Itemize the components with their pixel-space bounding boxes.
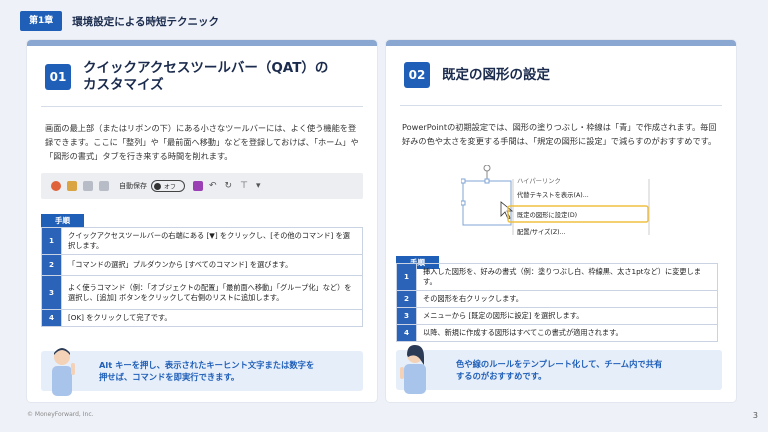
step-row: 3 メニューから [既定の図形に設定] を選択します。 (396, 307, 718, 325)
step-text: その図形を右クリックします。 (416, 290, 718, 308)
save-icon[interactable] (193, 181, 203, 191)
section-description: PowerPointの初期設定では、図形の塗りつぶし・枠線は「青」で作成されます… (402, 122, 717, 146)
person-illustration (400, 345, 426, 394)
step-row: 1 クイックアクセスツールバーの右端にある [▼] をクリックし、[その他のコマン… (41, 227, 363, 255)
step-text: [OK] をクリックして完了です。 (61, 309, 363, 327)
step-row: 1 挿入した図形を、好みの書式（例：塗りつぶし白、枠線黒、太さ1ptなど）に変更し… (396, 263, 718, 291)
step-number: 1 (41, 227, 62, 255)
paste-icon (67, 181, 77, 191)
section-header: 01 クイックアクセスツールバー（QAT）の カスタマイズ (27, 46, 377, 94)
tip-line: するのがおすすめです。 (456, 371, 547, 381)
step-text: よく使うコマンド（例：「オブジェクトの配置」「最前面へ移動」「グループ化」など）… (61, 275, 363, 310)
tip-line: Alt キーを押し、表示されたキーヒント文字または数字を (99, 360, 315, 370)
tip-line: 押せば、コマンドを即実行できます。 (99, 372, 240, 382)
person-illustration (52, 348, 75, 396)
autosave-toggle[interactable]: オフ (151, 180, 185, 192)
qat-dropdown-icon[interactable]: ▾ (256, 181, 261, 191)
step-text: メニューから [既定の図形に設定] を選択します。 (416, 307, 718, 325)
present-icon[interactable]: ⊤ (240, 181, 248, 191)
step-number: 3 (41, 275, 62, 310)
step-row: 3 よく使うコマンド（例：「オブジェクトの配置」「最前面へ移動」「グループ化」など… (41, 275, 363, 310)
qat-toolbar-sample: 自動保存 オフ ↶ ↻ ⊤ ▾ (41, 173, 363, 199)
shape-selection-graphic (461, 165, 650, 235)
menu-item-set-default-shape[interactable]: 既定の図形に設定(D) (517, 210, 577, 219)
step-row: 4 [OK] をクリックして完了です。 (41, 309, 363, 327)
menu-item-hyperlink[interactable]: ハイパーリンク (517, 176, 561, 185)
tip-text: 色や線のルールをテンプレート化して、チーム内で共有 するのがおすすめです。 (396, 358, 662, 382)
section-title-line2: カスタマイズ (83, 77, 164, 93)
step-number: 4 (41, 309, 62, 327)
section-number: 02 (404, 62, 430, 88)
step-text: クイックアクセスツールバーの右端にある [▼] をクリックし、[その他のコマンド… (61, 227, 363, 255)
ungroup-icon (99, 181, 109, 191)
menu-item-size-position[interactable]: 配置/サイズ(Z)... (517, 227, 566, 236)
step-row: 2 その図形を右クリックします。 (396, 290, 718, 308)
step-number: 2 (396, 290, 417, 308)
group-icon (83, 181, 93, 191)
toggle-knob (154, 182, 161, 190)
steps-table: 1 挿入した図形を、好みの書式（例：塗りつぶし白、枠線黒、太さ1ptなど）に変更し… (396, 263, 718, 342)
step-text: 挿入した図形を、好みの書式（例：塗りつぶし白、枠線黒、太さ1ptなど）に変更しま… (416, 263, 718, 291)
step-text: 以降、新規に作成する図形はすべてこの書式が適用されます。 (416, 324, 718, 342)
toggle-label: オフ (164, 183, 177, 191)
step-row: 4 以降、新規に作成する図形はすべてこの書式が適用されます。 (396, 324, 718, 342)
step-row: 2 「コマンドの選択」プルダウンから [すべてのコマンド] を選びます。 (41, 254, 363, 276)
chapter-tag: 第1章 (20, 11, 63, 31)
steps-list: 1 クイックアクセスツールバーの右端にある [▼] をクリックし、[その他のコマン… (41, 227, 363, 327)
step-number: 1 (396, 263, 417, 291)
section-title: クイックアクセスツールバー（QAT）の カスタマイズ (83, 60, 328, 94)
tip-line: 色や線のルールをテンプレート化して、チーム内で共有 (456, 359, 663, 369)
section-number: 01 (45, 64, 71, 90)
step-number: 3 (396, 307, 417, 325)
chapter-header: 第1章 環境設定による時短テクニック (20, 11, 219, 31)
copyright-footer: © MoneyForward, Inc. (27, 411, 94, 418)
section-title-line1: クイックアクセスツールバー（QAT）の (83, 60, 329, 76)
steps-table: 1 クイックアクセスツールバーの右端にある [▼] をクリックし、[その他のコマン… (41, 227, 363, 327)
menu-item-alt-text[interactable]: 代替テキストを表示(A)... (517, 190, 589, 199)
tip-text: Alt キーを押し、表示されたキーヒント文字または数字を 押せば、コマンドを即実… (41, 359, 314, 383)
autosave-label: 自動保存 (119, 182, 147, 190)
undo-icon[interactable]: ↶ (209, 181, 217, 191)
redo-icon[interactable]: ↻ (225, 181, 233, 191)
page-number: 3 (752, 411, 758, 420)
tip-box: 色や線のルールをテンプレート化して、チーム内で共有 するのがおすすめです。 (396, 350, 722, 390)
step-text: 「コマンドの選択」プルダウンから [すべてのコマンド] を選びます。 (61, 254, 363, 276)
step-number: 4 (396, 324, 417, 342)
tip-box: Alt キーを押し、表示されたキーヒント文字または数字を 押せば、コマンドを即実… (41, 351, 363, 391)
section-header: 02 既定の図形の設定 (386, 46, 736, 88)
steps-list: 1 挿入した図形を、好みの書式（例：塗りつぶし白、枠線黒、太さ1ptなど）に変更し… (396, 263, 718, 342)
steps-label: 手順 (41, 214, 84, 227)
app-logo-icon (51, 181, 61, 191)
section-card-default-shape: 02 既定の図形の設定 PowerPointの初期設定では、図形の塗りつぶし・枠… (386, 40, 736, 402)
section-title: 既定の図形の設定 (442, 66, 550, 83)
step-number: 2 (41, 254, 62, 276)
context-menu-screenshot: ハイパーリンク 代替テキストを表示(A)... 既定の図形に設定(D) 配置/サ… (461, 165, 681, 236)
section-card-qat: 01 クイックアクセスツールバー（QAT）の カスタマイズ 画面の最上部（または… (27, 40, 377, 402)
chapter-title: 環境設定による時短テクニック (72, 15, 219, 28)
section-description: 画面の最上部（またはリボンの下）にある小さなツールバーには、よく使う機能を登録で… (45, 123, 359, 161)
